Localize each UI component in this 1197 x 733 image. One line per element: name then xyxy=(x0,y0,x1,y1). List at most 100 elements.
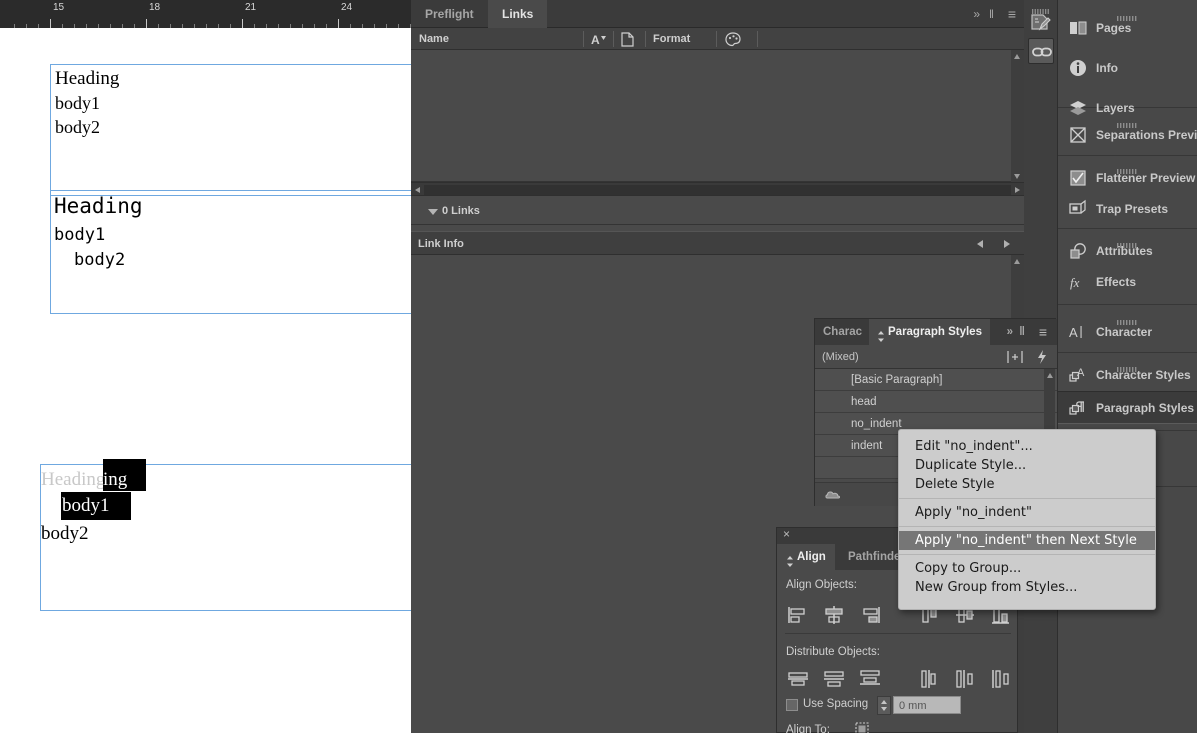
disclosure-triangle-icon[interactable] xyxy=(428,209,438,215)
column-header-format[interactable]: Format xyxy=(653,28,690,50)
panel-expand-icon[interactable]: » xyxy=(973,0,980,28)
paragraph-styles-tabbar: Charac Paragraph Styles » ‖ ≡ xyxy=(815,319,1057,345)
text-frame-serif[interactable]: Heading body1 body2 xyxy=(50,64,411,196)
tab-preflight[interactable]: Preflight xyxy=(411,0,488,28)
pencil-page-icon[interactable] xyxy=(1028,10,1054,36)
dock-item-attributes[interactable]: Attributes xyxy=(1058,235,1197,267)
style-list-item[interactable]: [Basic Paragraph] xyxy=(815,369,1057,391)
scroll-up-arrow-icon[interactable] xyxy=(1011,255,1024,267)
context-menu-item-edit-style[interactable]: Edit "no_indent"... xyxy=(899,437,1155,456)
dock-group: A Character Styles Paragraph Styles xyxy=(1058,359,1197,431)
panel-menu-icon[interactable]: ≡ xyxy=(1008,0,1016,28)
dock-item-character-styles[interactable]: A Character Styles xyxy=(1058,359,1197,391)
dock-group: Attributes fx Effects xyxy=(1058,235,1197,305)
context-menu-item-apply-style[interactable]: Apply "no_indent" xyxy=(899,503,1155,522)
document-canvas[interactable]: Heading body1 body2 Heading body1 body2 … xyxy=(0,0,411,733)
context-menu-separator xyxy=(899,554,1155,555)
ruler-minor-tick xyxy=(326,24,327,28)
ruler-minor-tick xyxy=(158,24,159,28)
use-spacing-checkbox[interactable] xyxy=(786,699,798,711)
scroll-down-arrow-icon[interactable] xyxy=(1011,170,1024,182)
context-menu-item-copy-to-group[interactable]: Copy to Group... xyxy=(899,559,1155,578)
text-run-plain: Heading xyxy=(41,469,106,490)
links-list-scrollbar[interactable] xyxy=(1011,50,1024,182)
tab-paragraph-styles[interactable]: Paragraph Styles xyxy=(869,319,990,345)
tab-align[interactable]: Align xyxy=(777,544,835,570)
context-menu-item-apply-then-next-style[interactable]: Apply "no_indent" then Next Style xyxy=(899,531,1155,550)
column-header-name[interactable]: Name xyxy=(419,28,449,50)
ruler-minor-tick xyxy=(386,24,387,28)
ps-panel-menu-icon[interactable]: ≡ xyxy=(1031,319,1055,345)
tab-drag-handle-icon[interactable] xyxy=(786,551,794,568)
align-to-dropdown-icon[interactable] xyxy=(855,722,873,733)
dock-item-trap-presets[interactable]: Trap Presets xyxy=(1058,194,1197,223)
dock-item-flattener-preview[interactable]: Flattener Preview xyxy=(1058,161,1197,194)
ruler-label: 24 xyxy=(341,2,353,13)
links-horizontal-scrollbar[interactable] xyxy=(411,182,1024,196)
text-frame-selected[interactable]: Heading ing body1 body2 xyxy=(40,459,411,611)
dock-item-character[interactable]: A Character xyxy=(1058,312,1197,352)
links-list[interactable] xyxy=(411,50,1024,182)
style-list-item[interactable]: head xyxy=(815,391,1057,413)
pages-icon xyxy=(1070,21,1087,35)
close-icon[interactable]: × xyxy=(783,527,790,541)
sort-az-icon[interactable]: A xyxy=(591,32,607,46)
link-info-prev-arrow-icon[interactable] xyxy=(975,239,986,250)
links-column-header: Name A Format xyxy=(411,28,1024,50)
clear-overrides-icon[interactable] xyxy=(1035,349,1049,365)
scroll-right-arrow-icon[interactable] xyxy=(1011,183,1024,196)
distribute-bottom-edges-icon[interactable] xyxy=(858,668,882,690)
distribute-vertical-centers-icon[interactable] xyxy=(822,668,846,690)
text-frame-mono[interactable]: Heading body1 body2 xyxy=(50,190,411,314)
dock-item-label: Info xyxy=(1096,61,1118,75)
context-menu-item-delete-style[interactable]: Delete Style xyxy=(899,475,1155,494)
align-left-edges-icon[interactable] xyxy=(786,604,810,626)
scroll-up-arrow-icon[interactable] xyxy=(1011,50,1024,62)
link-icon[interactable] xyxy=(1028,38,1054,64)
page-icon[interactable] xyxy=(621,32,634,47)
ruler-corner[interactable] xyxy=(0,0,9,28)
ruler-minor-tick xyxy=(398,24,399,28)
scroll-up-arrow-icon[interactable] xyxy=(1044,369,1055,381)
tab-character-styles[interactable]: Charac xyxy=(815,319,870,345)
align-right-edges-icon[interactable] xyxy=(858,604,882,626)
tab-links[interactable]: Links xyxy=(488,0,548,28)
ps-panel-grip-icon: ‖ xyxy=(1019,326,1025,338)
links-count-bar: 0 Links xyxy=(411,197,1024,225)
horizontal-ruler[interactable]: 151821242730 xyxy=(0,0,411,28)
distribute-horizontal-centers-icon[interactable] xyxy=(953,668,977,690)
spacing-input[interactable]: 0 mm xyxy=(893,696,961,714)
context-menu-item-duplicate-style[interactable]: Duplicate Style... xyxy=(899,456,1155,475)
align-horizontal-centers-icon[interactable] xyxy=(822,604,846,626)
distribute-left-edges-icon[interactable] xyxy=(917,668,941,690)
dock-item-separations-preview[interactable]: Separations Preview xyxy=(1058,115,1197,155)
dock-item-pages[interactable]: Pages xyxy=(1058,8,1197,48)
ruler-minor-tick xyxy=(38,24,39,28)
link-info-next-arrow-icon[interactable] xyxy=(1001,239,1012,250)
dock-item-label: Attributes xyxy=(1096,244,1153,258)
distribute-top-edges-icon[interactable] xyxy=(786,668,810,690)
scrollbar-track[interactable] xyxy=(424,185,1011,195)
context-menu-item-new-group-from-styles[interactable]: New Group from Styles... xyxy=(899,578,1155,597)
character-icon: A xyxy=(1069,325,1082,340)
new-style-group-icon[interactable] xyxy=(825,488,843,502)
dock-item-effects[interactable]: fx Effects xyxy=(1058,267,1197,297)
spacing-stepper[interactable] xyxy=(877,696,891,715)
new-style-group-icon[interactable] xyxy=(1007,350,1023,364)
ruler-minor-tick xyxy=(26,24,27,28)
ruler-minor-tick xyxy=(350,24,351,28)
color-palette-icon[interactable] xyxy=(725,32,741,47)
rail-grip-icon[interactable] xyxy=(1032,3,1050,14)
style-context-menu[interactable]: Edit "no_indent"... Duplicate Style... D… xyxy=(898,429,1156,610)
document-page[interactable]: Heading body1 body2 Heading body1 body2 … xyxy=(0,28,411,733)
dock-item-paragraph-styles[interactable]: Paragraph Styles xyxy=(1058,391,1197,424)
separations-icon xyxy=(1070,127,1086,143)
scroll-left-arrow-icon[interactable] xyxy=(411,183,424,196)
tab-drag-handle-icon[interactable] xyxy=(877,326,885,343)
distribute-right-edges-icon[interactable] xyxy=(989,668,1013,690)
ruler-major-tick xyxy=(146,19,147,28)
dock-item-info[interactable]: Info xyxy=(1058,48,1197,88)
flattener-icon xyxy=(1070,169,1086,186)
ruler-minor-tick xyxy=(278,24,279,28)
text-run-selected: body1 xyxy=(62,495,110,516)
